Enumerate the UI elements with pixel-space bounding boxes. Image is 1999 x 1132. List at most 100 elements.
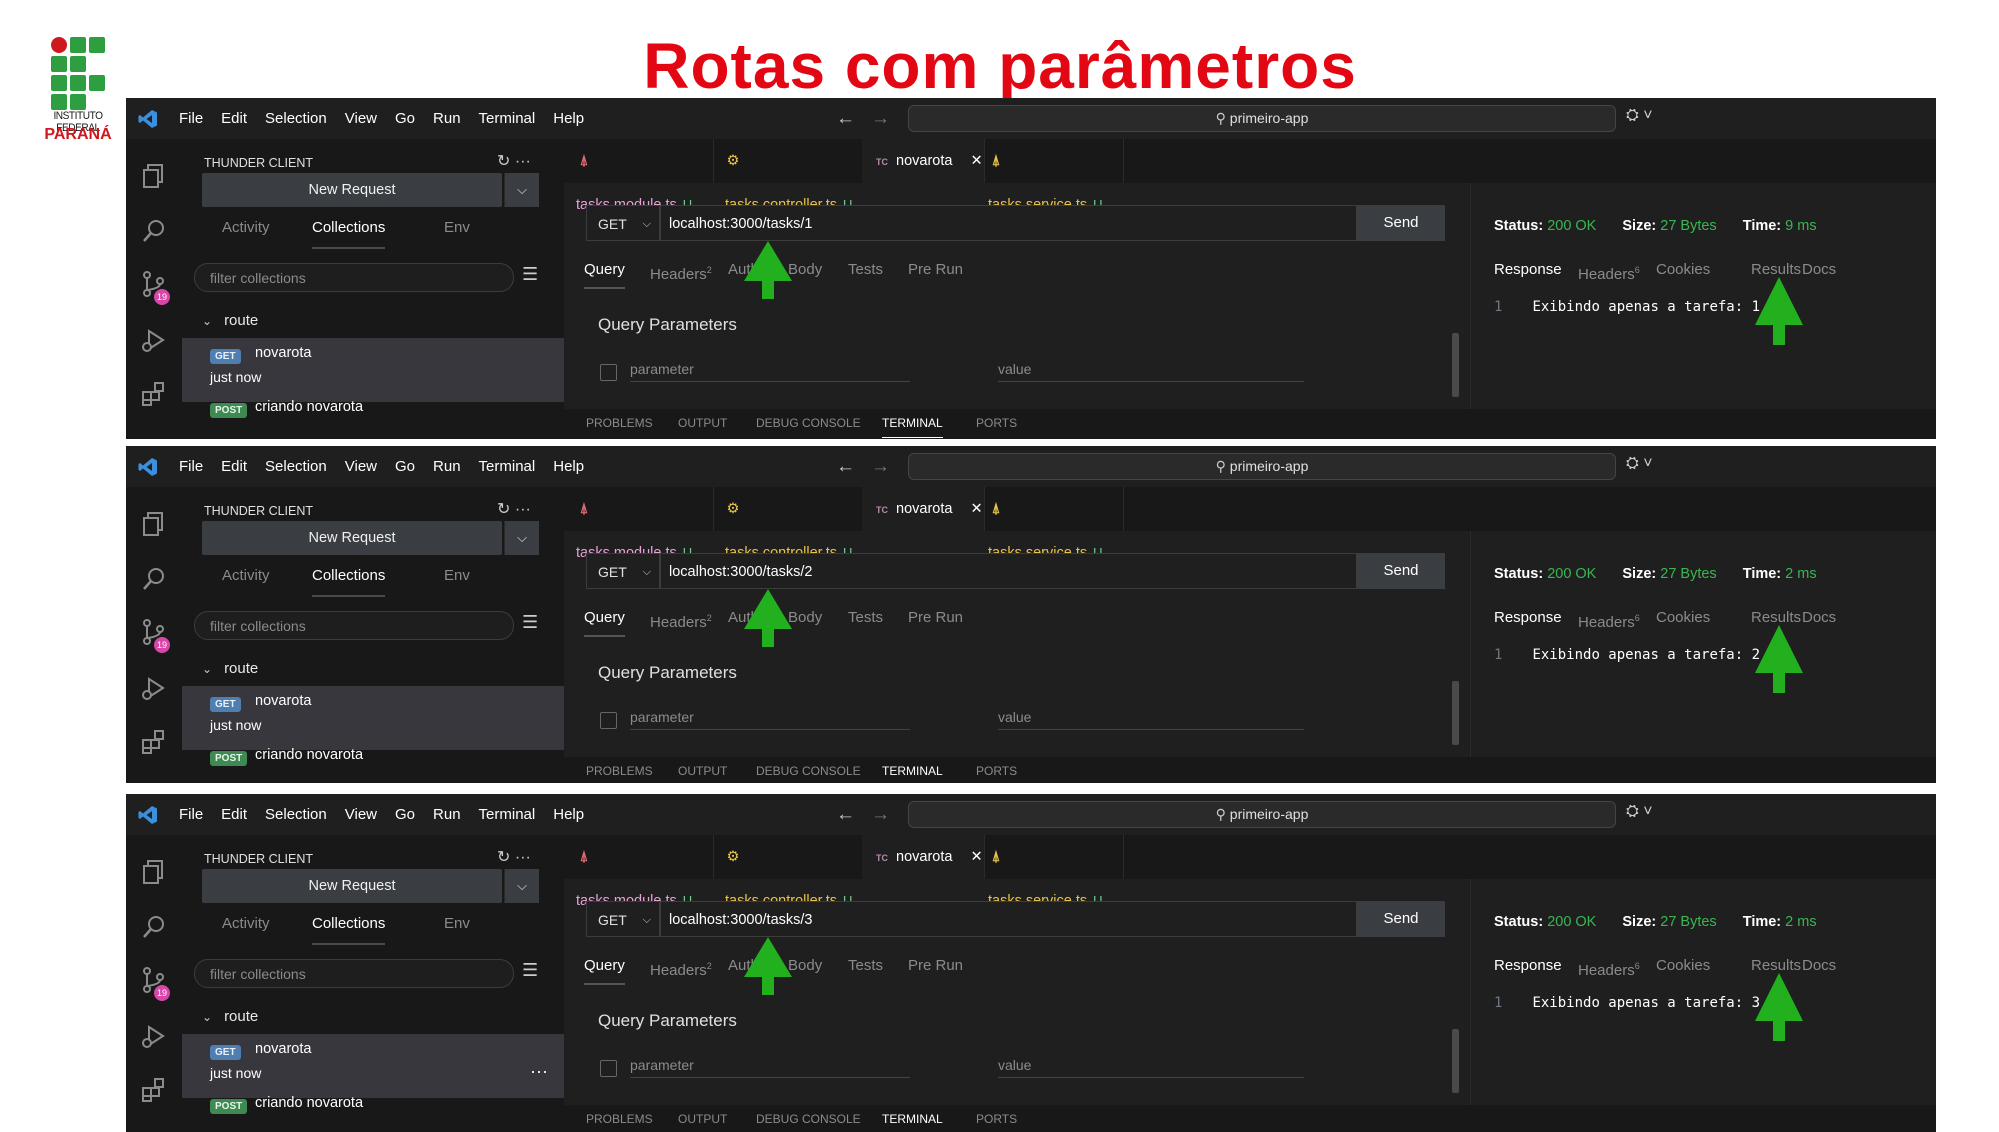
back-arrow-icon[interactable]: ← [836,108,855,129]
chevron-down-icon[interactable]: ⌵ [504,869,539,903]
menu-item-terminal[interactable]: Terminal [470,794,545,835]
refresh-icon[interactable]: ↻ [497,501,510,518]
url-input[interactable]: localhost:3000/tasks/2 [660,553,1357,589]
menu-item-edit[interactable]: Edit [212,446,256,487]
extensions-icon[interactable] [139,727,169,757]
tab-tasks-controller[interactable]: ⚙tasks.controller.tsU [713,139,863,213]
scrollbar[interactable] [1452,1029,1459,1093]
menu-item-terminal[interactable]: Terminal [470,98,545,139]
tab-problems[interactable]: PROBLEMS [586,1105,653,1132]
tab-terminal[interactable]: TERMINAL [882,1105,943,1132]
tab-tests[interactable]: Tests [848,601,883,635]
send-button[interactable]: Send [1357,901,1445,937]
collection-folder[interactable]: ⌄ route [202,312,258,329]
menu-item-run[interactable]: Run [424,98,470,139]
tab-problems[interactable]: PROBLEMS [586,757,653,783]
tab-activity[interactable]: Activity [222,557,270,595]
tab-tasks-service[interactable]: ⍋tasks.service.tsU [976,487,1124,561]
tab-tasks-module[interactable]: ⍋tasks.module.tsU [564,139,714,213]
chevron-down-icon[interactable]: ⌵ [504,521,539,555]
filter-collections-input[interactable]: filter collections [194,611,514,640]
command-center-search[interactable]: ⚲ primeiro-app [908,801,1616,828]
tab-tasks-service[interactable]: ⍋tasks.service.tsU [976,139,1124,213]
tab-tasks-module[interactable]: ⍋tasks.module.tsU [564,487,714,561]
tab-response-headers[interactable]: Headers6 [1578,253,1640,287]
menu-item-file[interactable]: File [170,98,212,139]
collection-folder[interactable]: ⌄ route [202,660,258,677]
forward-arrow-icon[interactable]: → [871,108,890,129]
tab-query[interactable]: Query [584,949,625,985]
more-actions-icon[interactable]: ··· [515,849,531,866]
tab-collections[interactable]: Collections [312,209,386,249]
more-actions-icon[interactable]: ··· [515,501,531,518]
filter-collections-input[interactable]: filter collections [194,263,514,292]
tab-tests[interactable]: Tests [848,949,883,983]
new-request-button[interactable]: New Request [202,869,502,903]
menu-icon[interactable]: ☰ [522,960,538,981]
url-input[interactable]: localhost:3000/tasks/3 [660,901,1357,937]
send-button[interactable]: Send [1357,553,1445,589]
menu-item-view[interactable]: View [336,446,386,487]
param-checkbox[interactable] [600,1060,617,1077]
copilot-icon[interactable]: ⛭ ˅ [1626,455,1653,473]
tab-collections[interactable]: Collections [312,557,386,597]
tab-terminal[interactable]: TERMINAL [882,757,943,783]
tab-response-headers[interactable]: Headers6 [1578,949,1640,983]
tab-output[interactable]: OUTPUT [678,409,727,437]
extensions-icon[interactable] [139,1075,169,1105]
search-activity-icon[interactable] [139,216,169,246]
request-more-icon[interactable]: ··· [530,1061,548,1082]
menu-item-selection[interactable]: Selection [256,446,336,487]
send-button[interactable]: Send [1357,205,1445,241]
menu-item-go[interactable]: Go [386,446,424,487]
tab-query[interactable]: Query [584,253,625,289]
tab-pre-run[interactable]: Pre Run [908,601,963,635]
tab-ports[interactable]: PORTS [976,757,1017,783]
tab-docs[interactable]: Docs [1802,949,1836,983]
tab-response[interactable]: Response [1494,601,1562,635]
menu-icon[interactable]: ☰ [522,612,538,633]
method-select[interactable]: GET ⌵ [586,205,660,241]
menu-item-edit[interactable]: Edit [212,794,256,835]
tab-body[interactable]: Body [788,253,822,287]
copilot-icon[interactable]: ⛭ ˅ [1626,803,1653,821]
tab-problems[interactable]: PROBLEMS [586,409,653,437]
param-name-input[interactable]: parameter [630,1057,910,1078]
scrollbar[interactable] [1452,681,1459,745]
search-activity-icon[interactable] [139,912,169,942]
tab-output[interactable]: OUTPUT [678,1105,727,1132]
search-activity-icon[interactable] [139,564,169,594]
tab-pre-run[interactable]: Pre Run [908,949,963,983]
tab-tasks-controller[interactable]: ⚙tasks.controller.tsU [713,487,863,561]
method-select[interactable]: GET ⌵ [586,901,660,937]
param-value-input[interactable]: value [998,1057,1304,1078]
tab-novarota[interactable]: TC novarota ✕ [862,487,985,531]
menu-item-selection[interactable]: Selection [256,98,336,139]
menu-item-run[interactable]: Run [424,446,470,487]
tab-tests[interactable]: Tests [848,253,883,287]
tab-docs[interactable]: Docs [1802,601,1836,635]
more-actions-icon[interactable]: ··· [515,153,531,170]
tab-terminal[interactable]: TERMINAL [882,409,943,438]
tab-query[interactable]: Query [584,601,625,637]
menu-item-terminal[interactable]: Terminal [470,446,545,487]
menu-item-file[interactable]: File [170,446,212,487]
explorer-icon[interactable] [139,509,169,539]
refresh-icon[interactable]: ↻ [497,849,510,866]
request-name-2[interactable]: criando novarota [255,399,363,415]
tab-docs[interactable]: Docs [1802,253,1836,287]
tab-headers[interactable]: Headers2 [650,601,712,635]
collection-folder[interactable]: ⌄ route [202,1008,258,1025]
tab-headers[interactable]: Headers2 [650,949,712,983]
explorer-icon[interactable] [139,161,169,191]
tab-env[interactable]: Env [444,557,470,595]
tab-env[interactable]: Env [444,209,470,247]
tab-cookies[interactable]: Cookies [1656,253,1710,287]
tab-body[interactable]: Body [788,949,822,983]
tab-headers[interactable]: Headers2 [650,253,712,287]
menu-icon[interactable]: ☰ [522,264,538,285]
tab-cookies[interactable]: Cookies [1656,949,1710,983]
menu-item-help[interactable]: Help [544,98,593,139]
run-debug-icon[interactable] [139,673,169,703]
tab-tasks-controller[interactable]: ⚙tasks.controller.tsU [713,835,863,909]
